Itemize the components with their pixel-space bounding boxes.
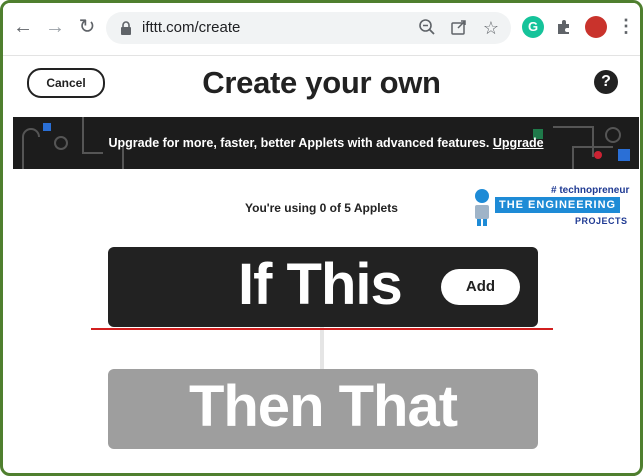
lock-icon[interactable]	[118, 20, 134, 36]
browser-toolbar: ← → ↻ ifttt.com/create ☆ G ⋮	[3, 3, 640, 56]
page-title: Create your own	[202, 65, 441, 100]
applet-usage-text: You're using 0 of 5 Applets	[245, 201, 398, 215]
more-menu-icon[interactable]: ⋮	[617, 15, 635, 37]
add-trigger-button[interactable]: Add	[441, 269, 520, 305]
address-bar[interactable]: ifttt.com/create ☆	[106, 12, 511, 44]
if-this-label: If This	[238, 252, 403, 317]
extensions-puzzle-icon[interactable]	[553, 16, 575, 38]
star-icon[interactable]: ☆	[481, 18, 501, 38]
help-icon[interactable]: ?	[594, 70, 618, 94]
trigger-connector	[320, 327, 324, 371]
banner-message: Upgrade for more, faster, better Applets…	[13, 136, 639, 150]
back-arrow-icon[interactable]: ←	[11, 15, 35, 39]
share-icon[interactable]	[449, 18, 469, 38]
robot-logo-icon	[475, 189, 489, 226]
then-that-block: Then That	[108, 369, 538, 449]
upgrade-banner: Upgrade for more, faster, better Applets…	[13, 117, 639, 169]
watermark-tag: # technopreneur	[551, 185, 630, 196]
annotation-underline	[91, 328, 553, 330]
profile-avatar[interactable]	[585, 16, 607, 38]
banner-text: Upgrade for more, faster, better Applets…	[108, 136, 490, 150]
forward-arrow-icon[interactable]: →	[43, 15, 67, 39]
engineering-projects-watermark: # technopreneur THE ENGINEERING PROJECTS	[471, 185, 629, 229]
watermark-title: THE ENGINEERING	[495, 197, 621, 213]
screenshot-frame: ← → ↻ ifttt.com/create ☆ G ⋮ Cancel Crea…	[0, 0, 643, 476]
grammarly-icon[interactable]: G	[522, 16, 544, 38]
if-this-block[interactable]: If This Add	[108, 247, 538, 327]
zoom-out-icon[interactable]	[417, 18, 437, 38]
upgrade-link[interactable]: Upgrade	[493, 136, 544, 150]
then-that-label: Then That	[188, 374, 458, 439]
url-text: ifttt.com/create	[142, 19, 241, 36]
reload-icon[interactable]: ↻	[75, 15, 99, 39]
watermark-subtitle: PROJECTS	[575, 216, 628, 226]
